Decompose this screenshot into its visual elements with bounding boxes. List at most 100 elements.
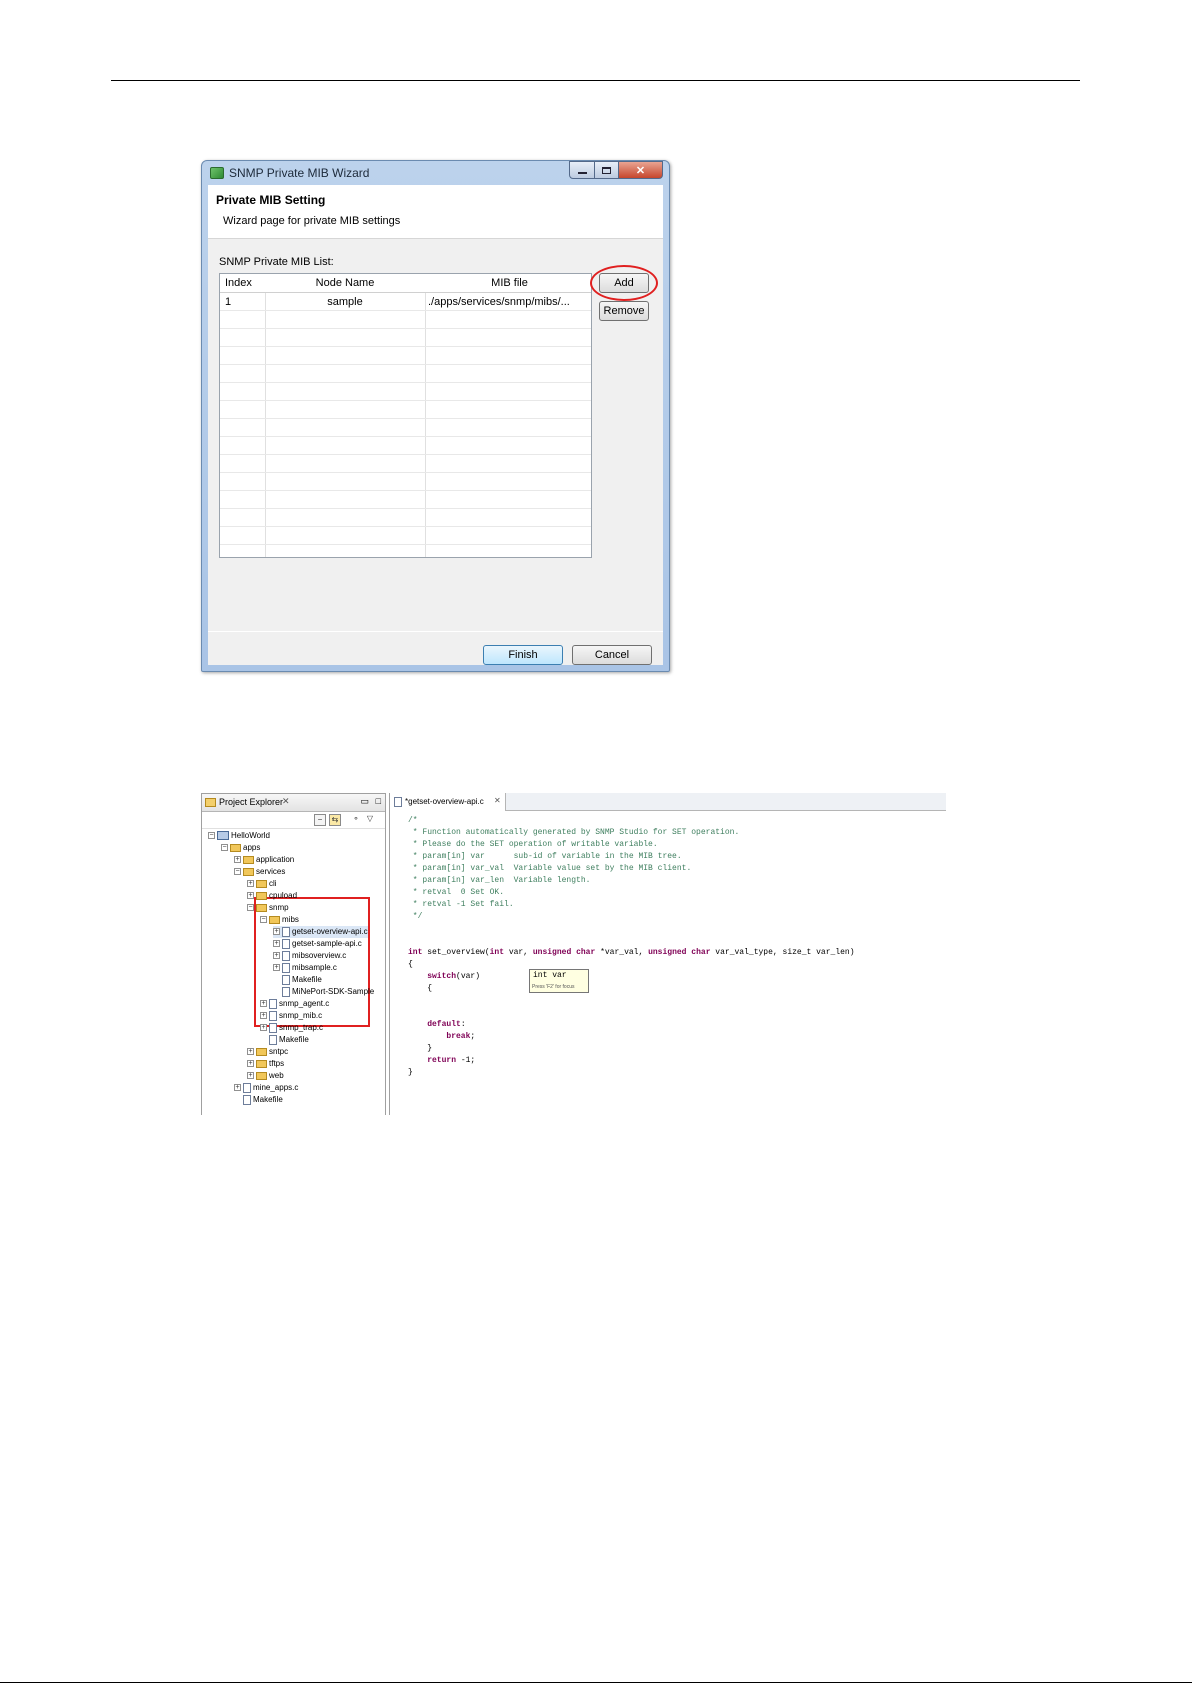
close-button[interactable]: ✕ bbox=[619, 161, 663, 179]
tree-item-label: sntpc bbox=[269, 1047, 289, 1056]
tree-item-label: mine_apps.c bbox=[253, 1083, 299, 1092]
tree-item[interactable]: Makefile bbox=[234, 1094, 283, 1106]
cancel-button[interactable]: Cancel bbox=[572, 645, 652, 665]
collapse-all-icon[interactable]: − bbox=[314, 814, 326, 826]
table-header: Index Node Name MIB file bbox=[220, 274, 591, 293]
tree-item[interactable]: + snmp_mib.c bbox=[260, 1010, 322, 1022]
close-icon[interactable]: ✕ bbox=[494, 796, 501, 805]
collapse-icon[interactable]: − bbox=[247, 904, 254, 912]
collapse-icon[interactable]: − bbox=[208, 832, 215, 840]
expand-icon[interactable]: + bbox=[273, 928, 280, 936]
project-icon bbox=[217, 831, 229, 841]
tree-item-label: web bbox=[269, 1071, 284, 1080]
tree-item[interactable]: + getset-overview-api.c bbox=[273, 926, 368, 938]
window-title: SNMP Private MIB Wizard bbox=[229, 166, 370, 180]
code-text[interactable]: /* * Function automatically generated by… bbox=[408, 815, 855, 1079]
view-menu-icon[interactable]: ▽ bbox=[364, 814, 376, 826]
eclipse-ide: Project Explorer ✕ ▭ □ − ⇆ ⚬ ▽ − HelloWor… bbox=[201, 793, 946, 1115]
folder-icon bbox=[269, 915, 280, 924]
tree-item[interactable]: − apps bbox=[221, 842, 260, 854]
tree-item[interactable]: + getset-sample-api.c bbox=[273, 938, 362, 950]
column-header-node-name[interactable]: Node Name bbox=[265, 274, 425, 292]
hover-code: int var bbox=[533, 971, 567, 980]
expand-icon[interactable]: + bbox=[247, 892, 254, 900]
remove-button[interactable]: Remove bbox=[599, 301, 649, 321]
tree-item[interactable]: + web bbox=[247, 1070, 284, 1082]
tree-item[interactable]: − snmp bbox=[247, 902, 289, 914]
expand-icon[interactable]: + bbox=[247, 1060, 254, 1068]
tree-item[interactable]: + mibsample.c bbox=[273, 962, 337, 974]
collapse-icon[interactable]: − bbox=[221, 844, 228, 852]
folder-icon bbox=[256, 1071, 267, 1080]
finish-button[interactable]: Finish bbox=[483, 645, 563, 665]
page-title: Private MIB Setting bbox=[216, 193, 326, 207]
maximize-icon[interactable]: □ bbox=[376, 796, 381, 806]
expand-icon[interactable]: + bbox=[260, 1024, 267, 1032]
tree-item[interactable]: + tftps bbox=[247, 1058, 284, 1070]
tree-item[interactable]: + snmp_trap.c bbox=[260, 1022, 323, 1034]
empty-table-row bbox=[220, 527, 591, 545]
tree-item[interactable]: MiNePort-SDK-Sample bbox=[273, 986, 374, 998]
editor-tab-label: *getset-overview-api.c bbox=[405, 797, 484, 806]
empty-table-row bbox=[220, 347, 591, 365]
column-header-index[interactable]: Index bbox=[220, 274, 265, 292]
empty-table-row bbox=[220, 419, 591, 437]
expand-icon[interactable]: + bbox=[260, 1012, 267, 1020]
tree-item[interactable]: − mibs bbox=[260, 914, 299, 926]
minimize-icon[interactable]: ▭ bbox=[360, 796, 369, 807]
tree-item-label: mibs bbox=[282, 915, 299, 924]
tree-item-label: Makefile bbox=[279, 1035, 309, 1044]
focus-icon[interactable]: ⚬ bbox=[350, 814, 362, 826]
expand-icon[interactable]: + bbox=[247, 880, 254, 888]
project-explorer-tab[interactable]: Project Explorer ✕ ▭ □ bbox=[202, 794, 385, 812]
minimize-button[interactable] bbox=[569, 161, 595, 179]
file-icon bbox=[282, 974, 290, 985]
close-icon[interactable]: ✕ bbox=[282, 796, 290, 807]
folder-icon bbox=[243, 855, 254, 864]
expand-icon[interactable]: + bbox=[234, 1084, 241, 1092]
maximize-button[interactable] bbox=[595, 161, 619, 179]
collapse-icon[interactable]: − bbox=[234, 868, 241, 876]
expand-icon[interactable]: + bbox=[273, 964, 280, 972]
tree-item[interactable]: + cpuload bbox=[247, 890, 297, 902]
tree-item[interactable]: − services bbox=[234, 866, 285, 878]
code-line: */ bbox=[408, 912, 423, 921]
title-bar[interactable]: SNMP Private MIB Wizard ✕ bbox=[202, 161, 669, 185]
tree-item[interactable]: + application bbox=[234, 854, 294, 866]
tree-item[interactable]: + sntpc bbox=[247, 1046, 288, 1058]
collapse-icon[interactable]: − bbox=[260, 916, 267, 924]
expand-icon[interactable]: + bbox=[234, 856, 241, 864]
code-line: * param[in] var sub-id of variable in th… bbox=[408, 852, 682, 861]
column-header-mib-file[interactable]: MIB file bbox=[425, 274, 591, 292]
tree-item-label: snmp_trap.c bbox=[279, 1023, 324, 1032]
c-file-icon bbox=[269, 1022, 277, 1033]
code-line: } bbox=[408, 1044, 433, 1053]
table-row[interactable]: 1 sample ./apps/services/snmp/mibs/... bbox=[220, 293, 591, 311]
header-rule bbox=[111, 80, 1080, 81]
tree-item[interactable]: + mine_apps.c bbox=[234, 1082, 298, 1094]
tree-item[interactable]: Makefile bbox=[260, 1034, 309, 1046]
code-line: * retval -1 Set fail. bbox=[408, 900, 514, 909]
snmp-private-mib-wizard-window: SNMP Private MIB Wizard ✕ Private MIB Se… bbox=[201, 160, 670, 672]
c-file-icon bbox=[282, 950, 290, 961]
code-line: switch(var) bbox=[427, 972, 481, 981]
expand-icon[interactable]: + bbox=[247, 1048, 254, 1056]
tree-item[interactable]: + snmp_agent.c bbox=[260, 998, 329, 1010]
tree-item-label: cpuload bbox=[269, 891, 298, 900]
expand-icon[interactable]: + bbox=[247, 1072, 254, 1080]
expand-icon[interactable]: + bbox=[260, 1000, 267, 1008]
mib-table[interactable]: Index Node Name MIB file 1 sample ./apps… bbox=[219, 273, 592, 558]
tree-item[interactable]: + cli bbox=[247, 878, 277, 890]
link-with-editor-icon[interactable]: ⇆ bbox=[329, 814, 341, 826]
editor-tab[interactable]: *getset-overview-api.c ✕ bbox=[390, 793, 506, 811]
expand-icon[interactable]: + bbox=[273, 952, 280, 960]
tree-item[interactable]: + mibsoverview.c bbox=[273, 950, 346, 962]
code-line: { bbox=[408, 960, 413, 969]
tree-item[interactable]: Makefile bbox=[273, 974, 322, 986]
tree-item[interactable]: − HelloWorld bbox=[208, 830, 270, 842]
c-file-icon bbox=[282, 962, 290, 973]
code-editor: *getset-overview-api.c ✕ /* * Function a… bbox=[389, 793, 946, 1115]
tree-item-label: snmp bbox=[269, 903, 289, 912]
expand-icon[interactable]: + bbox=[273, 940, 280, 948]
